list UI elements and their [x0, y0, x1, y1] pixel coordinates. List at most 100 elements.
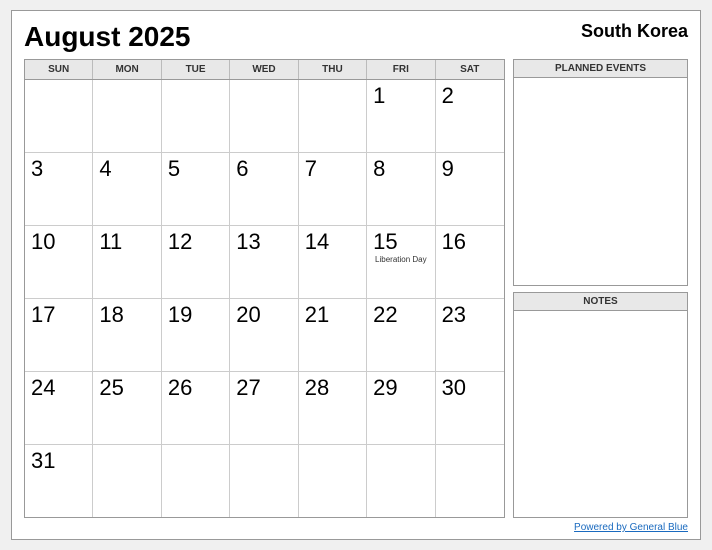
footer: Powered by General Blue	[24, 522, 688, 533]
day-number: 6	[236, 157, 248, 181]
day-number: 20	[236, 303, 260, 327]
day-cell: 21	[299, 299, 367, 371]
day-number: 2	[442, 84, 454, 108]
day-cell: 15Liberation Day	[367, 226, 435, 298]
day-cell: 3	[25, 153, 93, 225]
sidebar: PLANNED EVENTS NOTES	[513, 59, 688, 518]
week-row-1: 3 4 5 6 7 8 9	[25, 153, 504, 226]
day-cell: 8	[367, 153, 435, 225]
day-cell: 10	[25, 226, 93, 298]
day-cell: 0	[93, 445, 161, 517]
day-number: 18	[99, 303, 123, 327]
day-cell: 0	[367, 445, 435, 517]
day-cell: 0	[299, 445, 367, 517]
day-cell: 11	[93, 226, 161, 298]
day-number: 14	[305, 230, 329, 254]
day-cell: 28	[299, 372, 367, 444]
main-area: SUNMONTUEWEDTHUFRISAT 000001234567891011…	[24, 59, 688, 518]
planned-events-label: PLANNED EVENTS	[514, 60, 687, 78]
day-cell: 23	[436, 299, 504, 371]
notes-label: NOTES	[514, 293, 687, 311]
day-number: 15	[373, 230, 397, 254]
day-number: 23	[442, 303, 466, 327]
day-number: 8	[373, 157, 385, 181]
week-row-5: 31000000	[25, 445, 504, 517]
day-cell: 16	[436, 226, 504, 298]
day-cell: 19	[162, 299, 230, 371]
month-title: August 2025	[24, 21, 191, 53]
day-cell: 5	[162, 153, 230, 225]
day-cell: 29	[367, 372, 435, 444]
day-number: 1	[373, 84, 385, 108]
day-number: 13	[236, 230, 260, 254]
day-cell: 31	[25, 445, 93, 517]
week-row-2: 10 11 12 13 14 15Liberation Day 16	[25, 226, 504, 299]
day-number: 29	[373, 376, 397, 400]
day-number: 26	[168, 376, 192, 400]
holiday-label: Liberation Day	[373, 255, 428, 265]
notes-body	[514, 311, 687, 518]
footer-link[interactable]: Powered by General Blue	[574, 522, 688, 533]
day-cell: 20	[230, 299, 298, 371]
day-cell: 26	[162, 372, 230, 444]
day-cell: 12	[162, 226, 230, 298]
header-row: August 2025 South Korea	[24, 21, 688, 53]
day-number: 12	[168, 230, 192, 254]
day-number: 21	[305, 303, 329, 327]
day-number: 31	[31, 449, 55, 473]
week-row-4: 24 25 26 27 28 29 30	[25, 372, 504, 445]
day-cell: 1	[367, 80, 435, 152]
day-number: 28	[305, 376, 329, 400]
day-cell: 0	[162, 80, 230, 152]
day-cell: 14	[299, 226, 367, 298]
day-cell: 18	[93, 299, 161, 371]
day-cell: 25	[93, 372, 161, 444]
day-cell: 0	[436, 445, 504, 517]
day-header-wed: WED	[230, 60, 298, 79]
day-number: 5	[168, 157, 180, 181]
day-number: 3	[31, 157, 43, 181]
day-cell: 6	[230, 153, 298, 225]
day-cell: 0	[162, 445, 230, 517]
day-cell: 22	[367, 299, 435, 371]
day-cell: 0	[299, 80, 367, 152]
day-cell: 4	[93, 153, 161, 225]
day-header-sat: SAT	[436, 60, 504, 79]
day-number: 11	[99, 230, 122, 254]
day-number: 22	[373, 303, 397, 327]
day-cell: 0	[230, 445, 298, 517]
notes-section: NOTES	[513, 292, 688, 519]
day-cell: 0	[230, 80, 298, 152]
day-number: 19	[168, 303, 192, 327]
day-cell: 27	[230, 372, 298, 444]
day-cell: 13	[230, 226, 298, 298]
planned-events-body	[514, 78, 687, 285]
country-title: South Korea	[581, 21, 688, 42]
day-header-thu: THU	[299, 60, 367, 79]
day-cell: 0	[93, 80, 161, 152]
calendar-weeks: 00000123456789101112131415Liberation Day…	[25, 80, 504, 517]
day-header-sun: SUN	[25, 60, 93, 79]
planned-events-section: PLANNED EVENTS	[513, 59, 688, 286]
day-number: 16	[442, 230, 466, 254]
day-number: 7	[305, 157, 317, 181]
day-header-mon: MON	[93, 60, 161, 79]
calendar-grid: SUNMONTUEWEDTHUFRISAT 000001234567891011…	[24, 59, 505, 518]
day-cell: 24	[25, 372, 93, 444]
day-number: 25	[99, 376, 123, 400]
day-number: 30	[442, 376, 466, 400]
day-cell: 2	[436, 80, 504, 152]
day-number: 24	[31, 376, 55, 400]
day-number: 10	[31, 230, 55, 254]
calendar-container: August 2025 South Korea SUNMONTUEWEDTHUF…	[11, 10, 701, 540]
day-cell: 30	[436, 372, 504, 444]
day-cell: 7	[299, 153, 367, 225]
day-number: 4	[99, 157, 111, 181]
week-row-3: 17181920212223	[25, 299, 504, 372]
day-cell: 9	[436, 153, 504, 225]
day-number: 27	[236, 376, 260, 400]
day-header-fri: FRI	[367, 60, 435, 79]
week-row-0: 0000012	[25, 80, 504, 153]
day-number: 9	[442, 157, 454, 181]
day-header-tue: TUE	[162, 60, 230, 79]
